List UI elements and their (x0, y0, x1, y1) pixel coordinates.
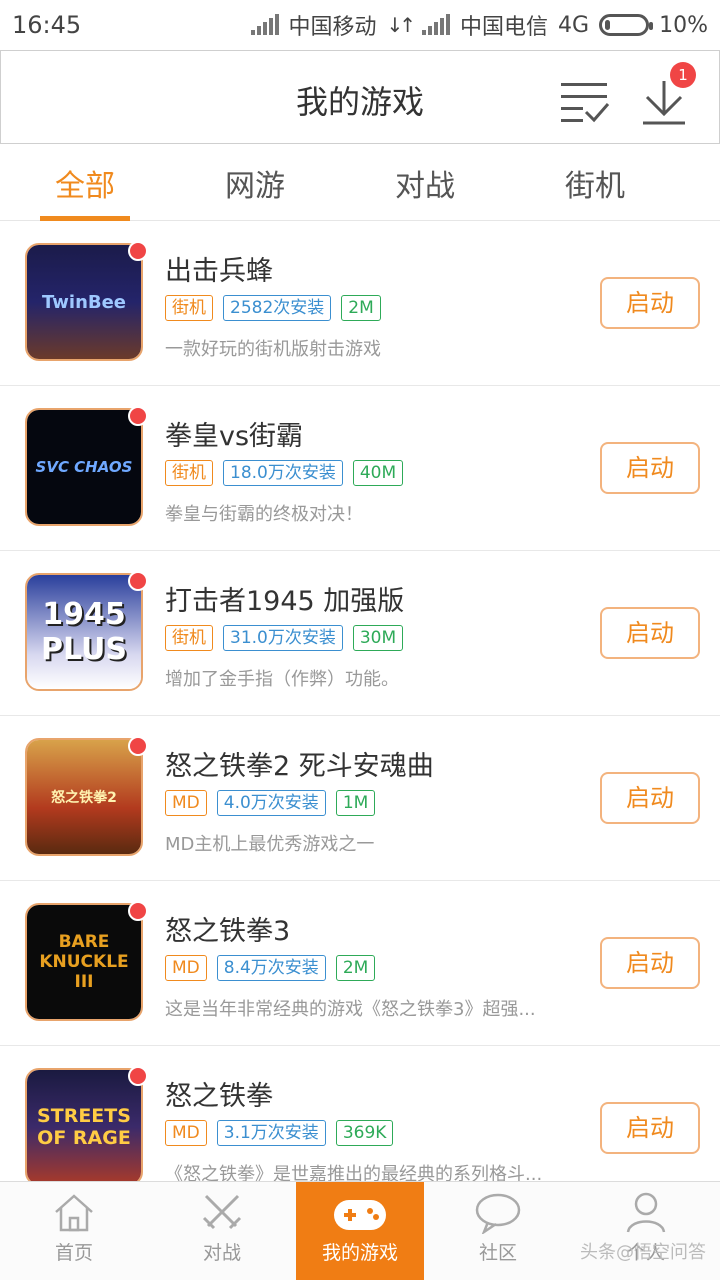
nav-profile[interactable]: 个人 (572, 1182, 720, 1280)
category-tag: MD (165, 790, 207, 816)
game-tags: 街机 18.0万次安装 40M (165, 460, 404, 486)
tab-arcade[interactable]: 街机 (510, 145, 680, 220)
game-thumbnail: 1945 PLUS (25, 573, 143, 691)
install-count-tag: 4.0万次安装 (216, 790, 326, 816)
size-tag: 369K (335, 1120, 394, 1146)
launch-button[interactable]: 启动 (600, 607, 700, 659)
install-count-tag: 18.0万次安装 (223, 460, 343, 486)
game-description: 增加了金手指（作弊）功能。 (165, 669, 399, 690)
game-thumbnail: STREETS OF RAGE (25, 1068, 143, 1181)
game-name: 打击者1945 加强版 (165, 586, 405, 617)
game-list: TwinBee 出击兵蜂 街机 2582次安装 2M 一款好玩的街机版射击游戏 … (0, 221, 720, 1181)
launch-button[interactable]: 启动 (600, 1102, 700, 1154)
game-name: 怒之铁拳3 (165, 916, 291, 947)
game-name: 出击兵蜂 (165, 256, 273, 287)
watermark: 头条@悟空问答 (580, 1242, 706, 1263)
list-item[interactable]: 怒之铁拳2 怒之铁拳2 死斗安魂曲 MD 4.0万次安装 1M MD主机上最优秀… (0, 716, 720, 881)
tab-battle[interactable]: 对战 (340, 145, 510, 220)
game-name: 怒之铁拳 (165, 1081, 273, 1112)
home-icon (55, 1194, 93, 1232)
game-tags: 街机 2582次安装 2M (165, 295, 381, 321)
game-thumbnail: SVC CHAOS (25, 408, 143, 526)
nav-community-label: 社区 (478, 1242, 517, 1264)
signal-icon-2 (422, 14, 451, 35)
game-tags: MD 3.1万次安装 369K (165, 1120, 394, 1146)
category-tag: 街机 (165, 460, 213, 486)
category-tabs: 全部 网游 对战 街机 (0, 145, 720, 221)
network-type: 4G (558, 12, 590, 38)
chat-bubble-icon (475, 1193, 521, 1234)
launch-button[interactable]: 启动 (600, 937, 700, 989)
battery-level: 10% (659, 12, 708, 38)
manage-list-icon[interactable] (561, 81, 611, 123)
game-thumbnail: 怒之铁拳2 (25, 738, 143, 856)
game-description: 《怒之铁拳》是世嘉推出的最经典的系列格斗... (165, 1164, 543, 1181)
carrier-2: 中国电信 (460, 15, 549, 40)
tab-online[interactable]: 网游 (170, 145, 340, 220)
install-count-tag: 2582次安装 (223, 295, 332, 321)
status-bar: 16:45 中国移动 ↓↑ 中国电信 4G 10% (0, 0, 720, 50)
signal-icon (250, 14, 279, 35)
category-tag: 街机 (165, 295, 213, 321)
game-thumbnail: BARE KNUCKLE III (25, 903, 143, 1021)
new-dot (128, 1066, 148, 1086)
nav-home[interactable]: 首页 (0, 1182, 148, 1280)
game-tags: MD 8.4万次安装 2M (165, 955, 376, 981)
data-transfer-icon: ↓↑ (386, 13, 416, 37)
size-tag: 2M (335, 955, 376, 981)
game-description: MD主机上最优秀游戏之一 (165, 834, 375, 855)
game-description: 这是当年非常经典的游戏《怒之铁拳3》超强... (165, 999, 536, 1020)
new-dot (128, 901, 148, 921)
category-tag: MD (165, 955, 207, 981)
install-count-tag: 31.0万次安装 (223, 625, 343, 651)
page-title: 我的游戏 (295, 83, 424, 121)
size-tag: 30M (352, 625, 404, 651)
new-dot (128, 571, 148, 591)
gamepad-icon (334, 1200, 386, 1230)
header: 我的游戏 (0, 50, 720, 144)
nav-my-games[interactable]: 我的游戏 (296, 1182, 424, 1280)
install-count-tag: 8.4万次安装 (216, 955, 326, 981)
new-dot (128, 406, 148, 426)
list-item[interactable]: TwinBee 出击兵蜂 街机 2582次安装 2M 一款好玩的街机版射击游戏 … (0, 221, 720, 386)
game-description: 一款好玩的街机版射击游戏 (165, 339, 381, 360)
size-tag: 40M (352, 460, 404, 486)
game-name: 拳皇vs街霸 (165, 421, 304, 452)
new-dot (128, 241, 148, 261)
new-dot (128, 736, 148, 756)
list-item[interactable]: BARE KNUCKLE III 怒之铁拳3 MD 8.4万次安装 2M 这是当… (0, 881, 720, 1046)
crossed-swords-icon (202, 1194, 242, 1230)
launch-button[interactable]: 启动 (600, 442, 700, 494)
carrier-1: 中国移动 (288, 15, 377, 40)
size-tag: 1M (335, 790, 376, 816)
launch-button[interactable]: 启动 (600, 277, 700, 329)
nav-home-label: 首页 (54, 1242, 93, 1264)
game-name: 怒之铁拳2 死斗安魂曲 (165, 751, 434, 782)
download-badge: 1 (670, 62, 696, 88)
list-item[interactable]: STREETS OF RAGE 怒之铁拳 MD 3.1万次安装 369K 《怒之… (0, 1046, 720, 1181)
person-icon (626, 1192, 666, 1233)
game-tags: 街机 31.0万次安装 30M (165, 625, 404, 651)
game-description: 拳皇与街霸的终极对决！ (165, 504, 363, 525)
nav-my-games-label: 我的游戏 (321, 1242, 398, 1264)
launch-button[interactable]: 启动 (600, 772, 700, 824)
status-time: 16:45 (12, 11, 82, 39)
nav-community[interactable]: 社区 (424, 1182, 572, 1280)
list-item[interactable]: 1945 PLUS 打击者1945 加强版 街机 31.0万次安装 30M 增加… (0, 551, 720, 716)
install-count-tag: 3.1万次安装 (216, 1120, 326, 1146)
battery-icon (599, 14, 654, 36)
list-item[interactable]: SVC CHAOS 拳皇vs街霸 街机 18.0万次安装 40M 拳皇与街霸的终… (0, 386, 720, 551)
category-tag: MD (165, 1120, 207, 1146)
tab-all[interactable]: 全部 (0, 145, 170, 221)
game-tags: MD 4.0万次安装 1M (165, 790, 376, 816)
status-right: 中国移动 ↓↑ 中国电信 4G 10% (250, 9, 708, 41)
game-thumbnail: TwinBee (25, 243, 143, 361)
size-tag: 2M (341, 295, 381, 321)
bottom-nav: 首页 对战 我的游戏 社区 个人 (0, 1181, 720, 1280)
category-tag: 街机 (165, 625, 213, 651)
nav-battle[interactable]: 对战 (148, 1182, 296, 1280)
nav-battle-label: 对战 (202, 1242, 241, 1264)
